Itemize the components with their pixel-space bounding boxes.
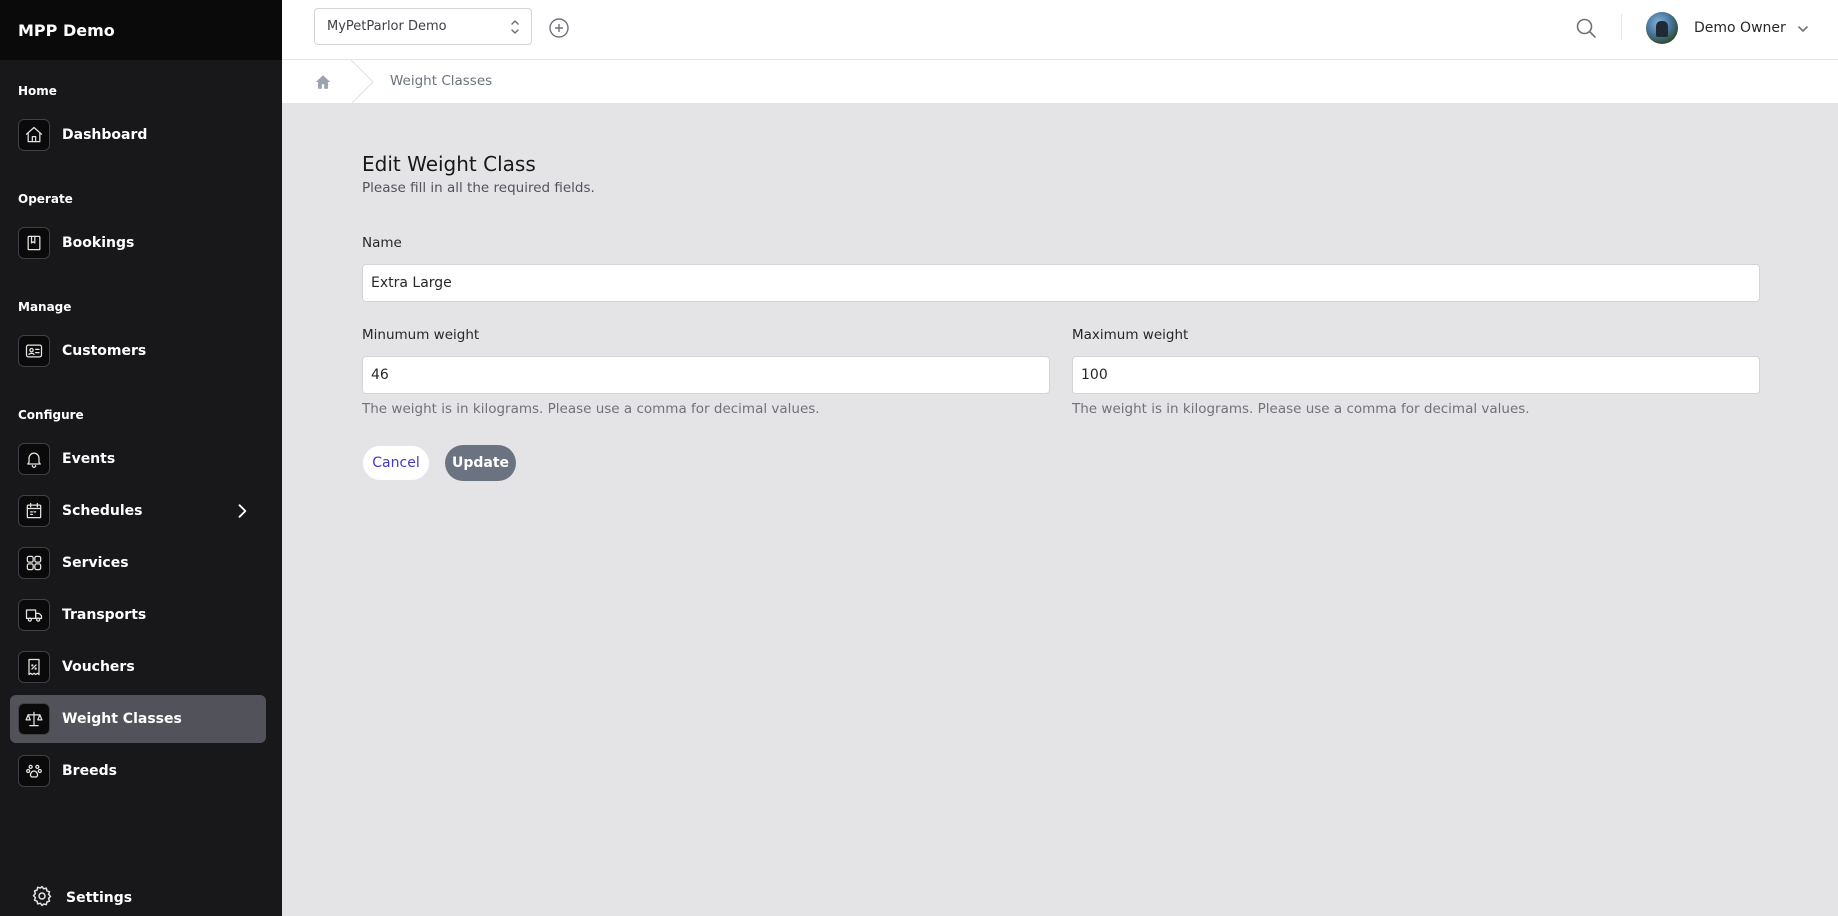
sidebar-item-services[interactable]: Services xyxy=(10,539,266,587)
paw-icon xyxy=(18,755,50,787)
section-title-manage: Manage xyxy=(18,300,72,314)
top-bar: MyPetParlor Demo Demo Owner xyxy=(282,0,1838,60)
brand-header: MPP Demo xyxy=(0,0,282,60)
settings-label: Settings xyxy=(66,890,133,906)
sidebar-item-settings[interactable]: Settings xyxy=(18,884,132,912)
maximum-weight-label: Maximum weight xyxy=(1072,327,1189,343)
grid-icon xyxy=(18,547,50,579)
section-title-operate: Operate xyxy=(18,192,73,206)
breadcrumb-current: Weight Classes xyxy=(390,73,493,89)
sidebar-item-bookings[interactable]: Bookings xyxy=(10,219,266,267)
book-icon xyxy=(18,227,50,259)
id-card-icon xyxy=(18,335,50,367)
sidebar-item-label: Services xyxy=(62,555,129,571)
maximum-weight-field[interactable] xyxy=(1072,356,1760,394)
breadcrumb-separator xyxy=(350,59,374,105)
sidebar-item-label: Vouchers xyxy=(62,659,135,675)
page-subtitle: Please fill in all the required fields. xyxy=(362,180,595,196)
gear-icon xyxy=(30,884,54,912)
scale-icon xyxy=(18,703,50,735)
sidebar: MPP Demo Home Dashboard Operate Bookings… xyxy=(0,0,282,916)
sidebar-item-vouchers[interactable]: Vouchers xyxy=(10,643,266,691)
add-organization-button[interactable] xyxy=(548,17,570,39)
edit-form-header: Edit Weight Class Please fill in all the… xyxy=(362,152,1760,196)
cancel-button[interactable]: Cancel xyxy=(362,445,430,481)
sidebar-item-breeds[interactable]: Breeds xyxy=(10,747,266,795)
update-button[interactable]: Update xyxy=(445,445,516,481)
sidebar-item-label: Weight Classes xyxy=(62,711,182,727)
home-icon xyxy=(315,75,331,89)
name-field[interactable] xyxy=(362,264,1760,302)
minimum-weight-label: Minumum weight xyxy=(362,327,480,343)
sidebar-item-label: Transports xyxy=(62,607,147,623)
calendar-icon xyxy=(18,495,50,527)
avatar xyxy=(1646,12,1678,44)
sidebar-item-label: Customers xyxy=(62,343,147,359)
plus-circle-icon xyxy=(549,18,569,38)
search-icon xyxy=(1576,18,1596,38)
minimum-weight-hint: The weight is in kilograms. Please use a… xyxy=(362,401,820,417)
organization-select-value: MyPetParlor Demo xyxy=(327,19,447,34)
minimum-weight-field[interactable] xyxy=(362,356,1050,394)
section-title-configure: Configure xyxy=(18,408,84,422)
sidebar-item-label: Breeds xyxy=(62,763,117,779)
name-label: Name xyxy=(362,235,402,251)
sidebar-item-customers[interactable]: Customers xyxy=(10,327,266,375)
sidebar-item-label: Bookings xyxy=(62,235,135,251)
sidebar-item-label: Dashboard xyxy=(62,127,148,143)
sidebar-item-transports[interactable]: Transports xyxy=(10,591,266,639)
breadcrumb: Weight Classes xyxy=(282,59,1838,105)
organization-select[interactable]: MyPetParlor Demo xyxy=(314,8,532,45)
voucher-icon xyxy=(18,651,50,683)
chevron-down-icon xyxy=(1796,21,1810,35)
sidebar-item-events[interactable]: Events xyxy=(10,435,266,483)
sidebar-item-label: Schedules xyxy=(62,503,143,519)
section-title-home: Home xyxy=(18,84,57,98)
sidebar-item-weight-classes[interactable]: Weight Classes xyxy=(10,695,266,743)
home-icon xyxy=(18,119,50,151)
sidebar-item-label: Events xyxy=(62,451,116,467)
user-menu[interactable]: Demo Owner xyxy=(1646,12,1810,44)
sidebar-item-dashboard[interactable]: Dashboard xyxy=(10,111,266,159)
page-title: Edit Weight Class xyxy=(362,152,536,176)
top-bar-divider xyxy=(1621,14,1622,40)
bell-icon xyxy=(18,443,50,475)
maximum-weight-hint: The weight is in kilograms. Please use a… xyxy=(1072,401,1530,417)
chevron-up-down-icon xyxy=(509,18,521,36)
breadcrumb-home-link[interactable] xyxy=(314,73,332,91)
truck-icon xyxy=(18,599,50,631)
search-button[interactable] xyxy=(1574,16,1598,40)
sidebar-item-schedules[interactable]: Schedules xyxy=(10,487,266,535)
brand-name: MPP Demo xyxy=(18,20,115,40)
user-name: Demo Owner xyxy=(1694,20,1786,36)
chevron-right-icon[interactable] xyxy=(232,501,252,521)
